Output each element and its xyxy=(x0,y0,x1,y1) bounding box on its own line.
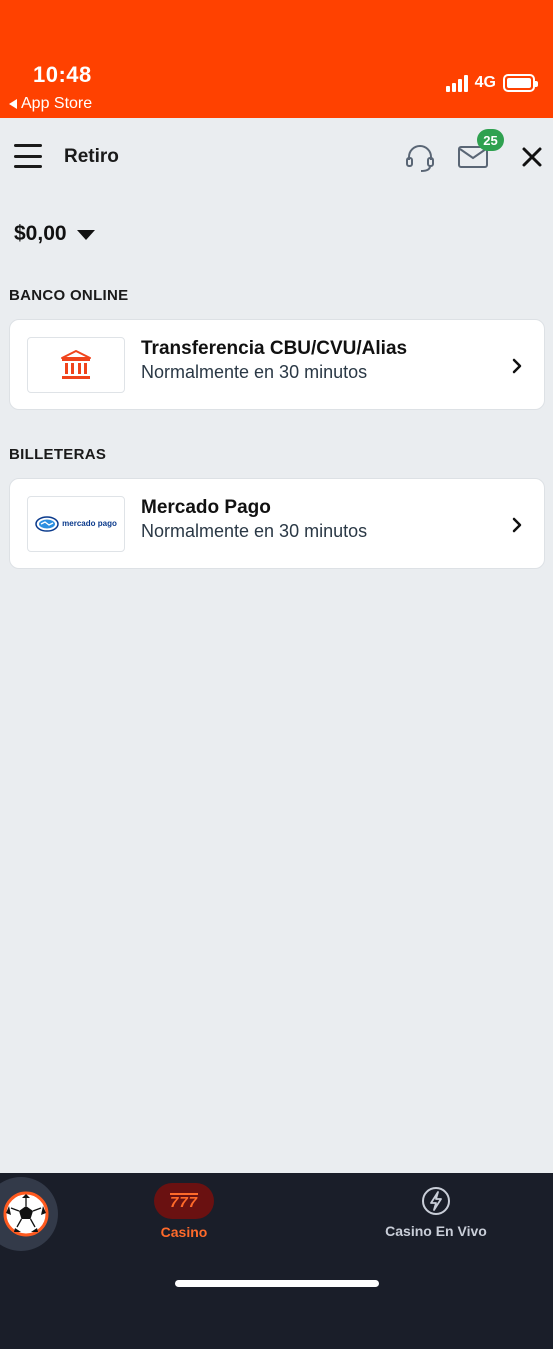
payment-method-mercado-pago[interactable]: mercado pago Mercado Pago Normalmente en… xyxy=(9,478,545,569)
nav-item-casino-en-vivo[interactable]: Casino En Vivo xyxy=(376,1186,496,1239)
bank-logo xyxy=(27,337,125,393)
payment-method-subtitle: Normalmente en 30 minutos xyxy=(141,362,368,382)
chevron-right-icon xyxy=(512,358,522,374)
back-label: App Store xyxy=(21,95,93,112)
handshake-icon xyxy=(35,516,59,532)
section-title-billeteras: BILLETERAS xyxy=(9,446,107,463)
mercado-pago-logo: mercado pago xyxy=(27,496,125,552)
payment-method-transferencia[interactable]: Transferencia CBU/CVU/Alias Normalmente … xyxy=(9,319,545,410)
payment-method-title: Transferencia CBU/CVU/Alias xyxy=(141,338,408,359)
status-indicators: 4G xyxy=(445,74,538,92)
back-to-app-store[interactable]: App Store xyxy=(9,95,92,113)
close-icon[interactable] xyxy=(521,146,543,168)
payment-method-subtitle: Normalmente en 30 minutos xyxy=(141,521,368,541)
battery-icon xyxy=(503,74,538,92)
support-headset-icon[interactable] xyxy=(404,142,436,174)
home-indicator[interactable] xyxy=(175,1280,379,1287)
bank-icon xyxy=(61,350,91,379)
nav-label-casino-en-vivo: Casino En Vivo xyxy=(385,1223,487,1239)
soccer-ball-icon xyxy=(3,1191,49,1237)
signal-icon xyxy=(445,74,468,92)
payment-method-title: Mercado Pago xyxy=(141,497,271,518)
casino-777-icon: 777 xyxy=(154,1183,214,1219)
mercado-pago-logo-text: mercado pago xyxy=(62,519,117,528)
lightning-icon xyxy=(422,1187,450,1215)
mail-button[interactable]: 25 xyxy=(458,129,504,176)
nav-label-casino: Casino xyxy=(160,1224,208,1240)
section-title-banco-online: BANCO ONLINE xyxy=(9,287,129,304)
balance-selector[interactable]: $0,00 xyxy=(14,222,95,246)
caret-down-icon xyxy=(76,230,95,240)
hamburger-menu-icon[interactable] xyxy=(14,144,42,168)
status-bar: 10:48 App Store 4G xyxy=(0,0,553,118)
chevron-right-icon xyxy=(512,517,522,533)
network-label: 4G xyxy=(474,74,496,91)
balance-amount: $0,00 xyxy=(14,222,67,245)
page-title: Retiro xyxy=(64,146,119,167)
status-time: 10:48 xyxy=(33,62,92,87)
page-header: Retiro 25 xyxy=(0,118,553,198)
nav-item-casino[interactable]: 777 Casino xyxy=(148,1183,220,1240)
mail-badge: 25 xyxy=(477,129,504,151)
back-triangle-icon xyxy=(9,99,17,109)
